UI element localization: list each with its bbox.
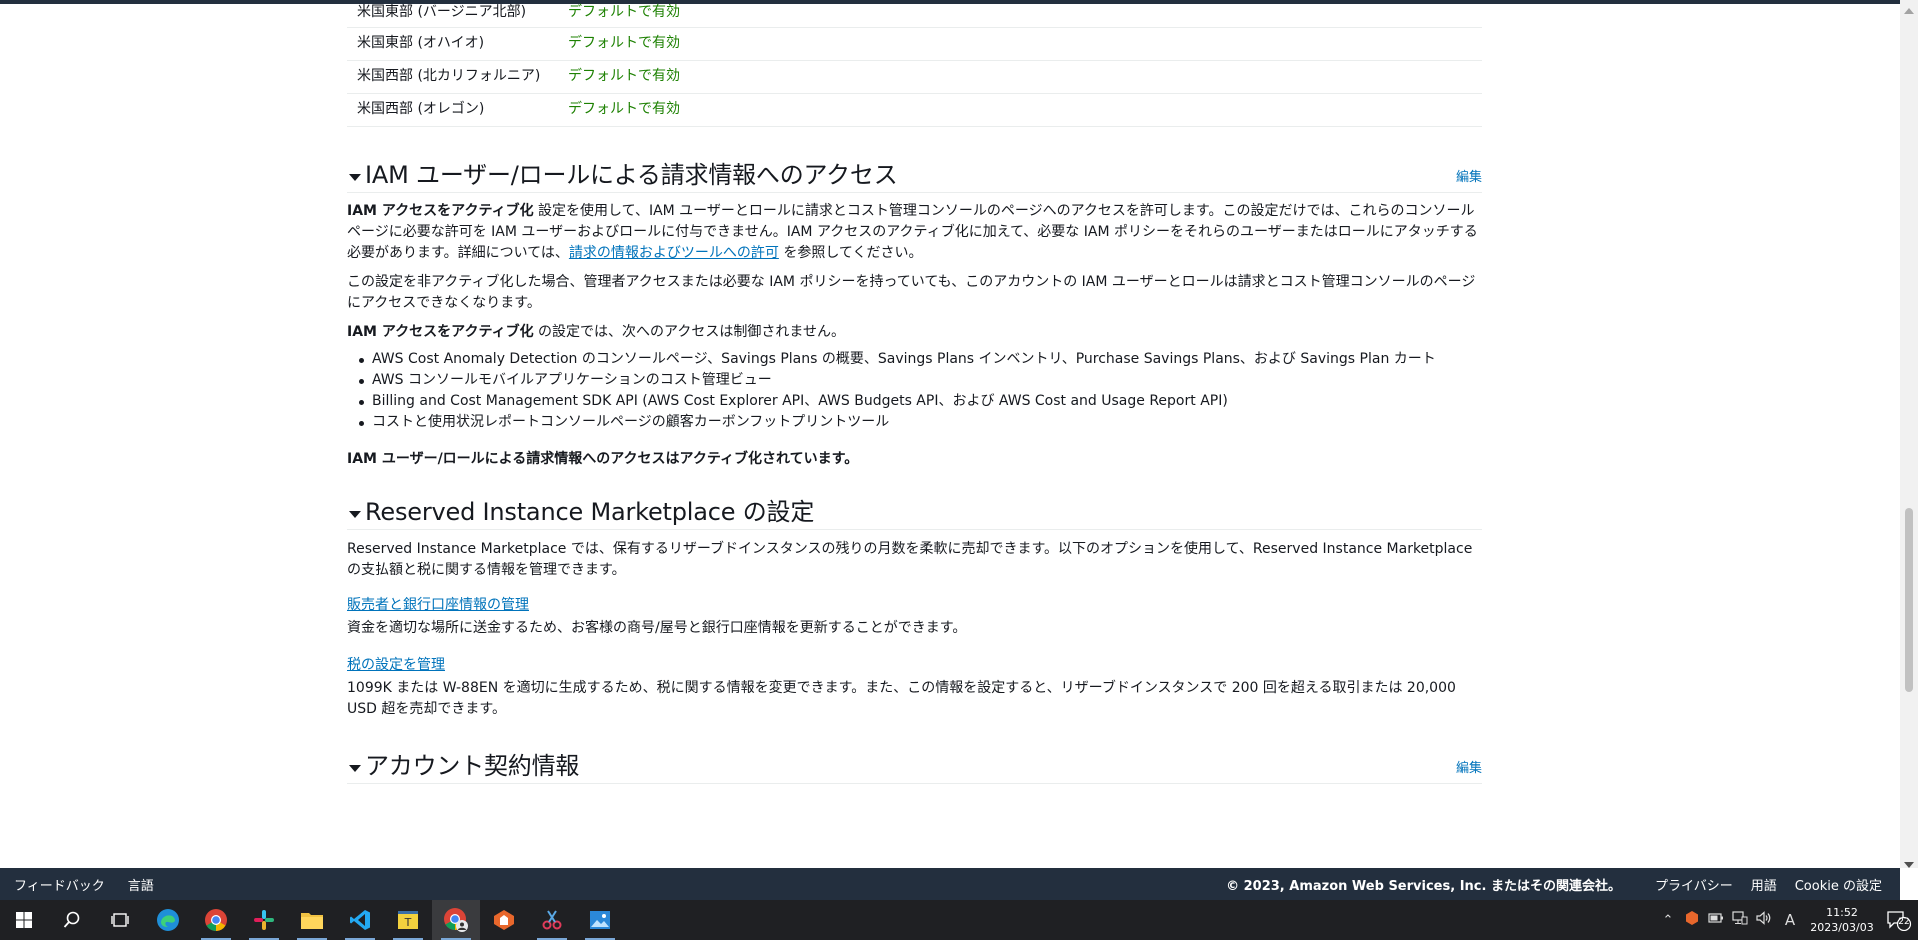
chrome-profile-icon[interactable]: [432, 900, 480, 940]
snipping-tool-icon[interactable]: [528, 900, 576, 940]
table-row: 米国西部 (北カリフォルニア) デフォルトで有効: [347, 60, 1482, 94]
region-name: 米国西部 (北カリフォルニア): [347, 60, 558, 94]
notification-center-icon[interactable]: 22: [1880, 909, 1918, 931]
windows-start-icon[interactable]: [0, 900, 48, 940]
vertical-scrollbar[interactable]: [1900, 0, 1918, 868]
regions-table: 米国東部 (バージニア北部) デフォルトで有効 米国東部 (オハイオ) デフォル…: [347, 0, 1482, 127]
chevron-up-icon[interactable]: ⌃: [1656, 913, 1680, 928]
tax-settings-link[interactable]: 税の設定を管理: [347, 657, 445, 673]
iam-activate-label: IAM アクセスをアクティブ化: [347, 202, 534, 219]
file-explorer-icon[interactable]: [288, 900, 336, 940]
billing-permissions-link[interactable]: 請求の情報およびツールへの許可: [569, 245, 779, 261]
iam-activate-label: IAM アクセスをアクティブ化: [347, 323, 534, 340]
task-view-icon[interactable]: [96, 900, 144, 940]
iam-edit-link[interactable]: 編集: [1456, 167, 1482, 188]
iam-not-controlled-intro: IAM アクセスをアクティブ化 の設定では、次へのアクセスは制御されません。: [347, 322, 1482, 343]
iam-section-title: IAM ユーザー/ロールによる請求情報へのアクセス: [365, 160, 898, 189]
windows-taskbar: T ⌃ A 11:52 2023/03/03 22: [0, 900, 1918, 940]
privacy-link[interactable]: プライバシー: [1655, 875, 1733, 894]
ri-description: Reserved Instance Marketplace では、保有するリザー…: [347, 540, 1473, 578]
table-row: 米国西部 (オレゴン) デフォルトで有効: [347, 93, 1482, 127]
contract-edit-link[interactable]: 編集: [1456, 758, 1482, 779]
network-icon[interactable]: [1728, 911, 1752, 929]
language-button[interactable]: 言語: [128, 875, 154, 894]
cookie-settings-link[interactable]: Cookie の設定: [1795, 875, 1882, 894]
vscode-icon[interactable]: [336, 900, 384, 940]
iam-description: IAM アクセスをアクティブ化 設定を使用して、IAM ユーザーとロールに請求と…: [347, 201, 1482, 264]
seller-bank-info-link[interactable]: 販売者と銀行口座情報の管理: [347, 597, 529, 613]
ime-indicator[interactable]: A: [1776, 911, 1804, 929]
region-name: 米国東部 (オハイオ): [347, 27, 558, 61]
region-status: デフォルトで有効: [558, 60, 1482, 94]
svg-text:T: T: [404, 916, 412, 929]
iam-description-end: を参照してください。: [778, 244, 923, 261]
region-name: 米国東部 (バージニア北部): [347, 0, 558, 28]
main-content: 米国東部 (バージニア北部) デフォルトで有効 米国東部 (オハイオ) デフォル…: [347, 0, 1482, 784]
contract-section-title: アカウント契約情報: [365, 751, 580, 780]
copyright-text: © 2023, Amazon Web Services, Inc. またはその関…: [1226, 878, 1621, 894]
scroll-down-icon[interactable]: [1904, 862, 1914, 868]
terms-link[interactable]: 用語: [1751, 875, 1777, 894]
scrollbar-thumb[interactable]: [1905, 508, 1913, 692]
ri-section-header[interactable]: Reserved Instance Marketplace の設定: [347, 496, 1482, 530]
table-row: 米国東部 (バージニア北部) デフォルトで有効: [347, 0, 1482, 28]
region-status: デフォルトで有効: [558, 93, 1482, 127]
iam-deactivate-note: この設定を非アクティブ化した場合、管理者アクセスまたは必要な IAM ポリシーを…: [347, 273, 1476, 311]
list-item: AWS コンソールモバイルアプリケーションのコスト管理ビュー: [347, 370, 1482, 391]
photos-icon[interactable]: [576, 900, 624, 940]
tax-settings-description: 1099K または W-88EN を適切に生成するため、税に関する情報を変更でき…: [347, 679, 1456, 717]
seller-bank-info-description: 資金を適切な場所に送金するため、お客様の商号/屋号と銀行口座情報を更新することが…: [347, 619, 967, 636]
contract-section-header[interactable]: アカウント契約情報 編集: [347, 750, 1482, 784]
clock-date: 2023/03/03: [1810, 921, 1874, 934]
caret-down-icon[interactable]: [349, 510, 361, 518]
iam-section-header[interactable]: IAM ユーザー/ロールによる請求情報へのアクセス 編集: [347, 159, 1482, 193]
region-name: 米国西部 (オレゴン): [347, 93, 558, 127]
clock-time: 11:52: [1826, 906, 1858, 919]
console-footer: フィードバック 言語 © 2023, Amazon Web Services, …: [0, 868, 1900, 900]
app-tray-icon[interactable]: [1680, 911, 1704, 929]
chrome-icon[interactable]: [192, 900, 240, 940]
system-tray: ⌃ A 11:52 2023/03/03 22: [1656, 900, 1918, 940]
battery-icon[interactable]: [1704, 912, 1728, 928]
uncontrolled-features-list: AWS Cost Anomaly Detection のコンソールページ、Sav…: [347, 349, 1482, 433]
page-viewport: 米国東部 (バージニア北部) デフォルトで有効 米国東部 (オハイオ) デフォル…: [0, 0, 1900, 868]
list-item: コストと使用状況レポートコンソールページの顧客カーボンフットプリントツール: [347, 412, 1482, 433]
iam-access-status: IAM ユーザー/ロールによる請求情報へのアクセスはアクティブ化されています。: [347, 450, 859, 467]
region-status: デフォルトで有効: [558, 0, 1482, 28]
caret-down-icon[interactable]: [349, 764, 361, 772]
clock[interactable]: 11:52 2023/03/03: [1804, 905, 1880, 935]
list-item: AWS Cost Anomaly Detection のコンソールページ、Sav…: [347, 349, 1482, 370]
iam-not-controlled-text: の設定では、次へのアクセスは制御されません。: [533, 323, 845, 340]
feedback-button[interactable]: フィードバック: [14, 875, 105, 894]
text-editor-icon[interactable]: T: [384, 900, 432, 940]
search-icon[interactable]: [48, 900, 96, 940]
region-status: デフォルトで有効: [558, 27, 1482, 61]
scroll-up-icon[interactable]: [1904, 8, 1914, 14]
list-item: Billing and Cost Management SDK API (AWS…: [347, 391, 1482, 412]
table-row: 米国東部 (オハイオ) デフォルトで有効: [347, 27, 1482, 61]
notification-count: 22: [1898, 917, 1910, 927]
caret-down-icon[interactable]: [349, 173, 361, 181]
edge-icon[interactable]: [144, 900, 192, 940]
app-icon[interactable]: [480, 900, 528, 940]
ri-section-title: Reserved Instance Marketplace の設定: [365, 497, 815, 526]
slack-icon[interactable]: [240, 900, 288, 940]
volume-icon[interactable]: [1752, 911, 1776, 929]
